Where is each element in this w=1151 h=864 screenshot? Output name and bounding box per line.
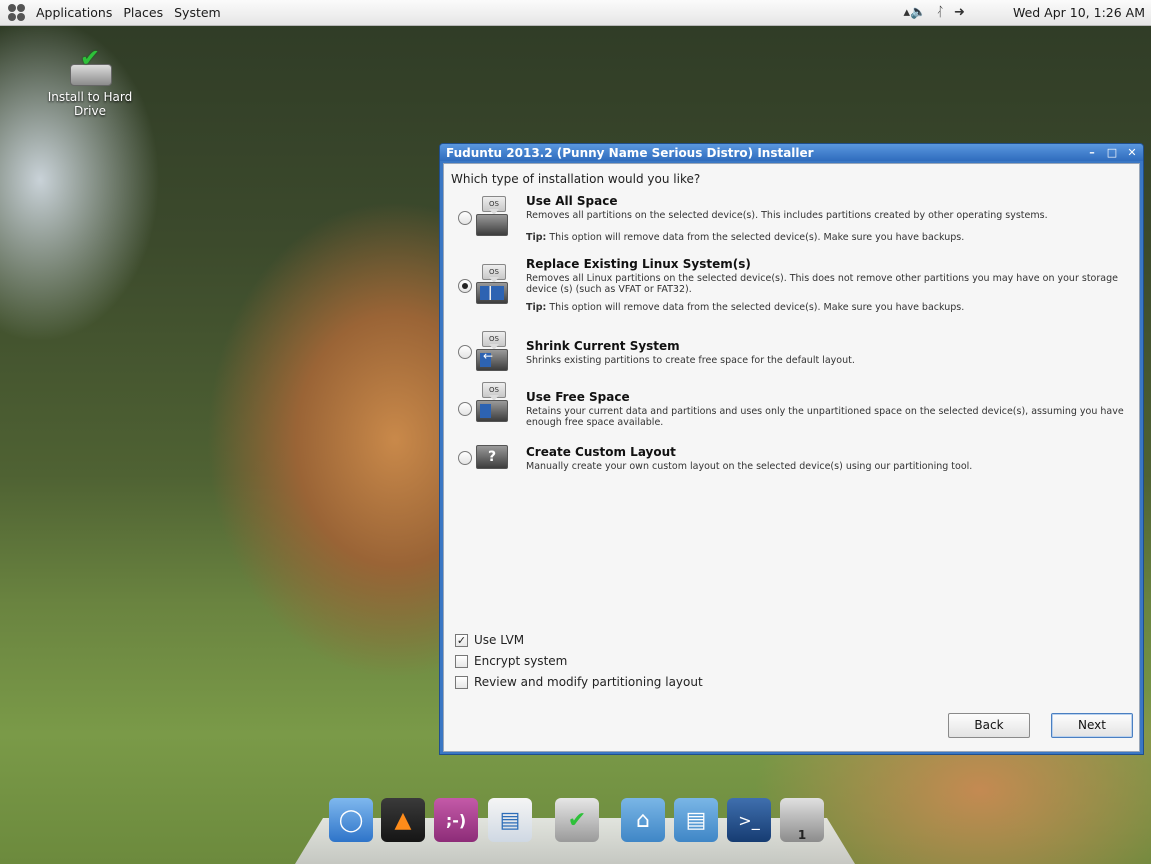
trash-count: 1 bbox=[797, 828, 807, 842]
option-title: Use All Space bbox=[526, 194, 618, 208]
review-layout-checkbox-row[interactable]: Review and modify partitioning layout bbox=[455, 675, 703, 689]
minimize-icon[interactable]: – bbox=[1083, 146, 1101, 159]
use-all-space-icon: OS bbox=[476, 196, 508, 236]
option-description: Shrinks existing partitions to create fr… bbox=[526, 355, 855, 366]
option-title: Create Custom Layout bbox=[526, 445, 676, 459]
option-description: Retains your current data and partitions… bbox=[526, 406, 1124, 428]
option-description: Manually create your own custom layout o… bbox=[526, 461, 973, 472]
trash-icon[interactable]: 1 bbox=[780, 798, 824, 842]
review-layout-checkbox[interactable] bbox=[455, 675, 468, 689]
clock[interactable]: Wed Apr 10, 1:26 AM bbox=[1013, 5, 1145, 20]
back-button[interactable]: Back bbox=[948, 713, 1030, 738]
shrink-system-icon: OS bbox=[476, 331, 508, 371]
document-viewer-icon[interactable]: ▤ bbox=[488, 798, 532, 842]
radio-shrink-current-system[interactable] bbox=[458, 345, 472, 359]
install-to-hard-drive-desktop-icon[interactable]: ✔ Install to Hard Drive bbox=[30, 46, 150, 118]
chromium-icon[interactable]: ◯ bbox=[329, 798, 373, 842]
system-menu[interactable]: System bbox=[170, 5, 228, 20]
encrypt-system-checkbox-row[interactable]: Encrypt system bbox=[455, 654, 567, 668]
review-layout-label: Review and modify partitioning layout bbox=[474, 675, 703, 689]
encrypt-system-label: Encrypt system bbox=[474, 654, 568, 668]
next-button[interactable]: Next bbox=[1051, 713, 1133, 738]
option-tip: Tip: This option will remove data from t… bbox=[526, 232, 965, 243]
applications-menu[interactable]: Applications bbox=[32, 5, 119, 20]
bluetooth-icon[interactable]: ᛮ bbox=[936, 5, 944, 20]
desktop-icon-label: Install to Hard Drive bbox=[47, 90, 133, 118]
option-title: Use Free Space bbox=[526, 390, 630, 404]
volume-icon[interactable]: ▴🔈 bbox=[904, 5, 927, 20]
window-titlebar[interactable]: Fuduntu 2013.2 (Punny Name Serious Distr… bbox=[440, 144, 1143, 161]
fuduntu-logo-icon[interactable] bbox=[8, 3, 26, 22]
top-panel: Applications Places System ▴🔈 ᛮ ➜ Wed Ap… bbox=[0, 0, 1151, 26]
use-lvm-checkbox-row[interactable]: ✓ Use LVM bbox=[455, 633, 524, 647]
close-icon[interactable]: ✕ bbox=[1123, 146, 1141, 159]
maximize-icon[interactable]: □ bbox=[1103, 146, 1121, 159]
encrypt-system-checkbox[interactable] bbox=[455, 654, 468, 668]
replace-linux-icon: OS bbox=[476, 264, 508, 304]
terminal-icon[interactable]: >_ bbox=[727, 798, 771, 842]
places-menu[interactable]: Places bbox=[119, 5, 170, 20]
option-title: Shrink Current System bbox=[526, 339, 680, 353]
window-title: Fuduntu 2013.2 (Punny Name Serious Distr… bbox=[446, 145, 814, 160]
option-title: Replace Existing Linux System(s) bbox=[526, 257, 751, 271]
network-icon[interactable]: ➜ bbox=[954, 5, 965, 20]
custom-layout-icon: ? bbox=[476, 445, 508, 485]
radio-create-custom-layout[interactable] bbox=[458, 451, 472, 465]
installer-icon[interactable]: ✔ bbox=[555, 798, 599, 842]
installer-window: Fuduntu 2013.2 (Punny Name Serious Distr… bbox=[439, 143, 1144, 755]
radio-use-free-space[interactable] bbox=[458, 402, 472, 416]
radio-use-all-space[interactable] bbox=[458, 211, 472, 225]
option-description: Removes all partitions on the selected d… bbox=[526, 210, 1048, 221]
home-folder-icon[interactable]: ⌂ bbox=[621, 798, 665, 842]
hard-drive-install-icon: ✔ bbox=[70, 46, 112, 86]
system-tray: ▴🔈 ᛮ ➜ Wed Apr 10, 1:26 AM bbox=[904, 0, 1146, 25]
use-lvm-checkbox[interactable]: ✓ bbox=[455, 633, 468, 647]
option-description: Removes all Linux partitions on the sele… bbox=[526, 273, 1118, 295]
vlc-icon[interactable]: ▲ bbox=[381, 798, 425, 842]
radio-replace-existing-linux[interactable] bbox=[458, 279, 472, 293]
option-tip: Tip: This option will remove data from t… bbox=[526, 302, 965, 313]
use-free-space-icon: OS bbox=[476, 382, 508, 422]
use-lvm-label: Use LVM bbox=[474, 633, 525, 647]
installation-type-question: Which type of installation would you lik… bbox=[451, 172, 701, 186]
window-content: Which type of installation would you lik… bbox=[443, 163, 1140, 752]
pidgin-icon[interactable]: ;-) bbox=[434, 798, 478, 842]
documents-folder-icon[interactable]: ▤ bbox=[674, 798, 718, 842]
